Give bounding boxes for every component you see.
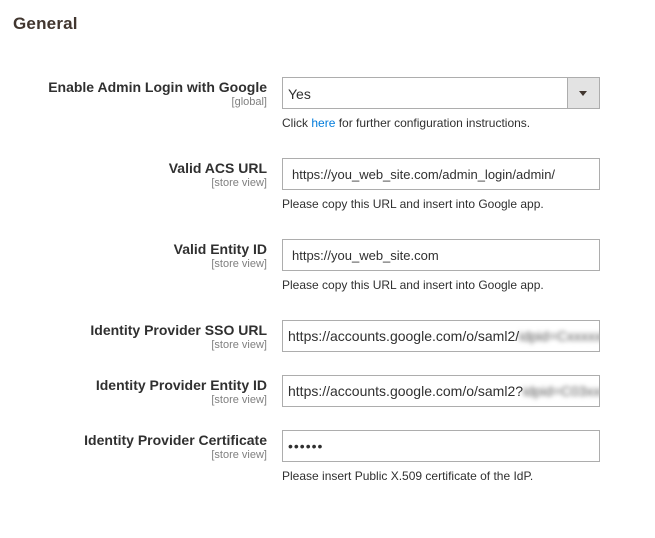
- sso-url-label: Identity Provider SSO URL: [90, 322, 267, 338]
- sso-url-text: https://accounts.google.com/o/saml2/: [288, 328, 520, 344]
- acs-url-note: Please copy this URL and insert into Goo…: [282, 197, 544, 211]
- acs-url-field[interactable]: [282, 158, 600, 190]
- enable-login-label: Enable Admin Login with Google: [48, 79, 267, 95]
- scope-label: [global]: [231, 96, 267, 108]
- provider-entity-id-field[interactable]: https://accounts.google.com/o/saml2?idpi…: [282, 375, 600, 407]
- entity-id-field[interactable]: [282, 239, 600, 271]
- select-value: Yes: [288, 86, 311, 102]
- scope-label: [store view]: [211, 177, 267, 189]
- section-title-general: General: [13, 14, 78, 33]
- note-suffix: for further configuration instructions.: [338, 116, 531, 130]
- certificate-note: Please insert Public X.509 certificate o…: [282, 469, 534, 483]
- label-group: Identity Provider SSO URL [store view]: [7, 322, 267, 352]
- acs-url-input[interactable]: [283, 159, 599, 189]
- entity-id-input[interactable]: [283, 240, 599, 270]
- redacted-text: idpid=C03xxxx: [523, 383, 600, 399]
- caret-down-icon: [579, 91, 587, 96]
- scope-label: [store view]: [211, 449, 267, 461]
- sso-url-value[interactable]: https://accounts.google.com/o/saml2/idpi…: [288, 328, 599, 344]
- enable-login-note: Click here for further configuration ins…: [282, 116, 530, 130]
- scope-label: [store view]: [211, 339, 267, 351]
- label-group: Identity Provider Certificate [store vie…: [7, 432, 267, 462]
- enable-login-select[interactable]: Yes: [282, 77, 600, 109]
- entity-id-note: Please copy this URL and insert into Goo…: [282, 278, 544, 292]
- certificate-label: Identity Provider Certificate: [84, 432, 267, 448]
- certificate-value[interactable]: ••••••: [288, 438, 323, 454]
- entity-id-label: Valid Entity ID: [173, 241, 267, 257]
- redacted-text: idpid=Cxxxxxxx: [519, 328, 599, 344]
- scope-label: [store view]: [211, 258, 267, 270]
- label-group: Enable Admin Login with Google [global]: [7, 79, 267, 109]
- sso-url-field[interactable]: https://accounts.google.com/o/saml2/idpi…: [282, 320, 600, 352]
- certificate-field[interactable]: ••••••: [282, 430, 600, 462]
- configuration-instructions-link[interactable]: here: [311, 116, 335, 130]
- label-group: Identity Provider Entity ID [store view]: [7, 377, 267, 407]
- select-toggle[interactable]: [567, 78, 599, 108]
- acs-url-label: Valid ACS URL: [168, 160, 267, 176]
- provider-entity-id-value[interactable]: https://accounts.google.com/o/saml2?idpi…: [288, 383, 600, 399]
- provider-entity-id-label: Identity Provider Entity ID: [95, 377, 267, 393]
- label-group: Valid ACS URL [store view]: [7, 160, 267, 190]
- label-group: Valid Entity ID [store view]: [7, 241, 267, 271]
- note-prefix: Click: [282, 116, 308, 130]
- scope-label: [store view]: [211, 394, 267, 406]
- provider-entity-id-text: https://accounts.google.com/o/saml2?: [288, 383, 524, 399]
